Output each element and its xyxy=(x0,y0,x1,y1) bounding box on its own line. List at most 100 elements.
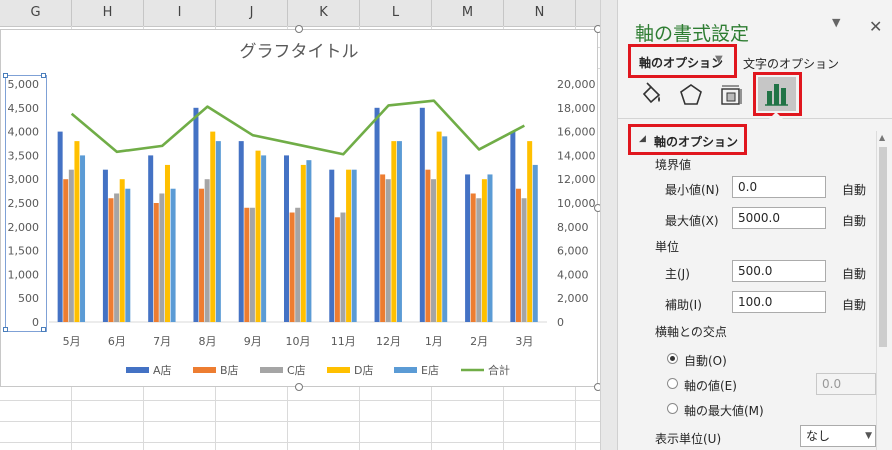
bar[interactable] xyxy=(125,188,131,322)
bar[interactable] xyxy=(284,155,289,322)
display-units-select[interactable]: なし ▼ xyxy=(800,425,876,447)
bar[interactable] xyxy=(261,155,267,322)
axis-handle[interactable] xyxy=(41,327,46,332)
bar[interactable] xyxy=(57,131,63,322)
column-header-n[interactable]: N xyxy=(504,0,576,26)
bar[interactable] xyxy=(481,179,487,322)
bar[interactable] xyxy=(204,179,210,322)
pane-scroll-thumb[interactable] xyxy=(879,147,887,347)
sheet-scrollbar[interactable] xyxy=(600,0,618,450)
major-unit-input[interactable]: 500.0 xyxy=(732,260,826,282)
legend-label[interactable]: C店 xyxy=(287,363,306,377)
spreadsheet[interactable]: G H I J K L M N グラフタイトル 0 500 1,000 1,500 2,… xyxy=(0,0,600,450)
bar[interactable] xyxy=(442,136,448,322)
bar[interactable] xyxy=(119,179,125,322)
bar[interactable] xyxy=(295,207,301,322)
bar[interactable] xyxy=(329,169,335,322)
column-header-i[interactable]: I xyxy=(144,0,216,26)
minor-unit-input[interactable]: 100.0 xyxy=(732,291,826,313)
bar[interactable] xyxy=(380,174,386,322)
bar[interactable] xyxy=(431,179,437,322)
bar[interactable] xyxy=(334,217,340,322)
bar[interactable] xyxy=(419,107,425,322)
major-auto-button[interactable]: 自動 xyxy=(842,265,866,282)
column-header-g[interactable]: G xyxy=(0,0,72,26)
bar[interactable] xyxy=(300,164,306,322)
bar[interactable] xyxy=(476,198,482,322)
bar[interactable] xyxy=(63,179,69,322)
bar[interactable] xyxy=(374,107,380,322)
bar[interactable] xyxy=(210,131,216,322)
bar[interactable] xyxy=(244,207,250,322)
bar[interactable] xyxy=(470,193,476,322)
resize-handle-bottom[interactable] xyxy=(295,383,303,391)
bar[interactable] xyxy=(306,160,312,322)
chart-title[interactable]: グラフタイトル xyxy=(240,42,359,62)
radio-axis-max-label[interactable]: 軸の最大値(M) xyxy=(684,402,764,419)
bar[interactable] xyxy=(527,141,533,322)
axis-options-chart-icon[interactable] xyxy=(758,77,796,111)
bar[interactable] xyxy=(289,212,295,322)
bar[interactable] xyxy=(391,141,397,322)
fill-line-icon[interactable] xyxy=(638,82,664,108)
bar[interactable] xyxy=(74,141,80,322)
bar[interactable] xyxy=(385,179,391,322)
legend-label[interactable]: D店 xyxy=(354,363,373,377)
column-header-j[interactable]: J xyxy=(216,0,288,26)
pane-scroll-up-icon[interactable]: ▲ xyxy=(879,133,885,142)
bar[interactable] xyxy=(199,188,205,322)
bar[interactable] xyxy=(114,193,120,322)
bar[interactable] xyxy=(102,169,108,322)
column-header-h[interactable]: H xyxy=(72,0,144,26)
axis-handle[interactable] xyxy=(41,73,46,78)
bar[interactable] xyxy=(108,198,114,322)
bar[interactable] xyxy=(487,174,493,322)
bar[interactable] xyxy=(346,169,352,322)
bar[interactable] xyxy=(515,188,521,322)
section-axis-options-title[interactable]: 軸のオプション xyxy=(654,133,738,150)
bar[interactable] xyxy=(532,164,538,322)
radio-axis-max[interactable] xyxy=(667,403,678,414)
series-line-total[interactable] xyxy=(70,99,525,156)
bar[interactable] xyxy=(148,155,154,322)
pane-options-dropdown-icon[interactable]: ▼ xyxy=(832,16,840,29)
legend-label[interactable]: B店 xyxy=(220,363,239,377)
bar[interactable] xyxy=(80,155,86,322)
max-auto-button[interactable]: 自動 xyxy=(842,212,866,229)
bar[interactable] xyxy=(436,131,442,322)
column-header-m[interactable]: M xyxy=(432,0,504,26)
legend-label[interactable]: 合計 xyxy=(488,363,510,377)
axis-value-input[interactable]: 0.0 xyxy=(816,373,876,395)
bar[interactable] xyxy=(215,141,221,322)
min-auto-button[interactable]: 自動 xyxy=(842,181,866,198)
axis-handle[interactable] xyxy=(3,73,8,78)
resize-handle-top[interactable] xyxy=(295,25,303,33)
axis-handle[interactable] xyxy=(3,327,8,332)
bar[interactable] xyxy=(159,193,165,322)
radio-auto-label[interactable]: 自動(O) xyxy=(684,352,727,369)
bar[interactable] xyxy=(164,164,170,322)
radio-axis-value[interactable] xyxy=(667,378,678,389)
chevron-down-icon[interactable]: ▼ xyxy=(715,54,723,65)
bar[interactable] xyxy=(170,188,176,322)
bar[interactable] xyxy=(238,141,244,322)
max-value-input[interactable]: 5000.0 xyxy=(732,207,826,229)
column-header-k[interactable]: K xyxy=(288,0,360,26)
bar[interactable] xyxy=(255,150,261,322)
bar[interactable] xyxy=(425,169,431,322)
tab-text-options[interactable]: 文字のオプション xyxy=(743,55,839,72)
chart-area[interactable]: グラフタイトル 0 500 1,000 1,500 2,000 2,500 3,000 3,5… xyxy=(0,29,598,387)
min-value-input[interactable]: 0.0 xyxy=(732,176,826,198)
column-header-l[interactable]: L xyxy=(360,0,432,26)
legend-label[interactable]: E店 xyxy=(421,363,439,377)
minor-auto-button[interactable]: 自動 xyxy=(842,296,866,313)
bar[interactable] xyxy=(465,174,471,322)
close-icon[interactable]: ✕ xyxy=(869,17,882,36)
radio-axis-value-label[interactable]: 軸の値(E) xyxy=(684,377,737,394)
bar[interactable] xyxy=(396,141,402,322)
effects-icon[interactable] xyxy=(678,82,704,108)
bar[interactable] xyxy=(340,212,346,322)
pane-scrollbar[interactable]: ▲ xyxy=(876,131,889,450)
bar[interactable] xyxy=(68,169,74,322)
bar[interactable] xyxy=(193,107,199,322)
